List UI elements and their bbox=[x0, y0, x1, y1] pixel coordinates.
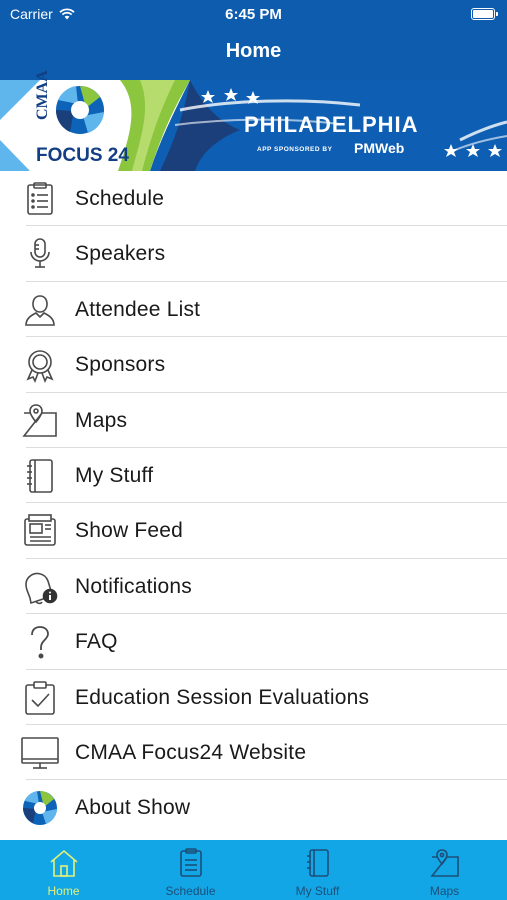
tab-maps[interactable]: Maps bbox=[381, 840, 507, 900]
menu-item-about-show[interactable]: About Show bbox=[0, 780, 507, 835]
question-icon bbox=[20, 622, 60, 662]
menu-item-website[interactable]: CMAA Focus24 Website bbox=[0, 725, 507, 781]
menu-item-label: CMAA Focus24 Website bbox=[75, 740, 307, 764]
ribbon-icon bbox=[20, 345, 60, 385]
navigation-header: Carrier 6:45 PM Home bbox=[0, 0, 507, 80]
banner-logo-event: FOCUS 24 bbox=[36, 145, 129, 166]
home-menu: Schedule Speakers Attendee List Sponsors… bbox=[0, 171, 507, 836]
notebook-icon bbox=[306, 849, 329, 877]
schedule-icon bbox=[179, 848, 202, 877]
menu-item-label: Attendee List bbox=[75, 297, 201, 321]
schedule-icon bbox=[20, 179, 60, 219]
clipboard-check-icon bbox=[20, 678, 60, 718]
banner-sponsor-line: APP SPONSORED BY bbox=[257, 146, 333, 153]
banner-logo-org: CMAA bbox=[34, 70, 51, 120]
map-pin-icon bbox=[20, 401, 60, 441]
status-bar: Carrier 6:45 PM bbox=[0, 0, 507, 30]
tab-schedule[interactable]: Schedule bbox=[127, 840, 254, 900]
menu-item-education-session-evaluations[interactable]: Education Session Evaluations bbox=[0, 670, 507, 725]
tab-label: My Stuff bbox=[295, 884, 340, 898]
menu-item-label: Schedule bbox=[75, 187, 165, 210]
battery-icon bbox=[471, 8, 498, 20]
tab-label: Home bbox=[47, 884, 80, 898]
menu-item-label: Notifications bbox=[75, 574, 192, 598]
menu-item-sponsors[interactable]: Sponsors bbox=[0, 337, 507, 393]
banner-sponsor-brand: PMWeb bbox=[354, 140, 405, 156]
notebook-icon bbox=[20, 456, 60, 496]
map-pin-icon bbox=[429, 849, 459, 877]
menu-item-label: Show Feed bbox=[75, 519, 184, 543]
menu-item-show-feed[interactable]: Show Feed bbox=[0, 503, 507, 559]
home-icon bbox=[49, 849, 78, 877]
tab-my-stuff[interactable]: My Stuff bbox=[254, 840, 381, 900]
menu-item-label: Sponsors bbox=[75, 353, 166, 377]
tab-bar: Home Schedule My Stuff Maps bbox=[0, 840, 507, 900]
tab-home[interactable]: Home bbox=[0, 840, 127, 900]
menu-item-label: About Show bbox=[75, 796, 191, 820]
menu-item-label: My Stuff bbox=[75, 463, 154, 487]
page-title: Home bbox=[225, 40, 282, 62]
menu-item-label: FAQ bbox=[75, 630, 118, 654]
menu-item-schedule[interactable]: Schedule bbox=[0, 171, 507, 227]
tab-label: Schedule bbox=[165, 884, 216, 898]
menu-item-speakers[interactable]: Speakers bbox=[0, 226, 507, 282]
menu-item-label: Maps bbox=[75, 408, 128, 432]
menu-item-faq[interactable]: FAQ bbox=[0, 614, 507, 670]
menu-item-maps[interactable]: Maps bbox=[0, 393, 507, 448]
microphone-icon bbox=[20, 234, 60, 274]
focus-logo-icon bbox=[20, 788, 60, 828]
tab-label: Maps bbox=[429, 884, 460, 898]
menu-item-my-stuff[interactable]: My Stuff bbox=[0, 448, 507, 504]
bell-info-icon bbox=[20, 567, 60, 607]
menu-item-label: Speakers bbox=[75, 242, 166, 266]
banner-city: PHILADELPHIA bbox=[244, 112, 419, 137]
menu-item-label: Education Session Evaluations bbox=[75, 685, 370, 709]
person-icon bbox=[20, 290, 60, 330]
monitor-icon bbox=[20, 733, 60, 773]
status-time: 6:45 PM bbox=[225, 6, 282, 23]
menu-item-notifications[interactable]: Notifications bbox=[0, 559, 507, 615]
menu-item-attendee-list[interactable]: Attendee List bbox=[0, 282, 507, 338]
newspaper-icon bbox=[20, 511, 60, 551]
